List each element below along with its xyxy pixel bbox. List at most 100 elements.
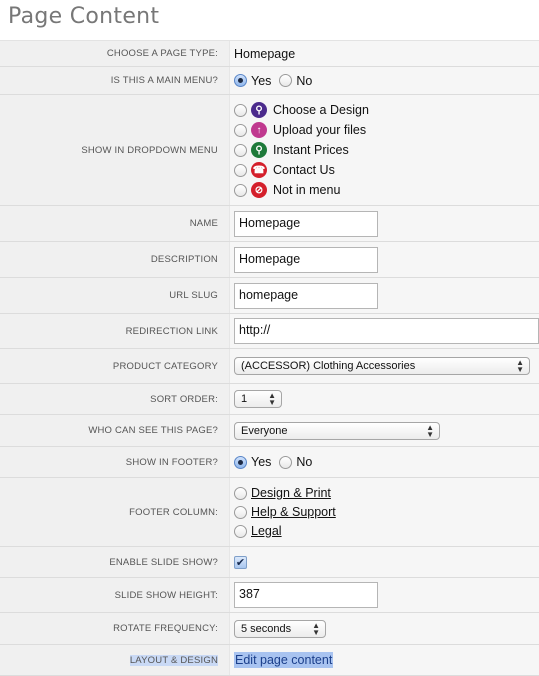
magnifier-icon: ⚲	[251, 142, 267, 158]
main-menu-yes-radio[interactable]	[234, 74, 247, 87]
row-layout-design: LAYOUT & DESIGN Edit page content	[0, 645, 539, 676]
dropdown-menu-label: SHOW IN DROPDOWN MENU	[0, 95, 230, 205]
enable-slideshow-label: ENABLE SLIDE SHOW?	[0, 547, 230, 577]
dropdown-not-in-menu-radio[interactable]	[234, 183, 247, 197]
show-in-footer-options: Yes No	[230, 447, 539, 477]
url-slug-input[interactable]: homepage	[234, 282, 378, 309]
description-input[interactable]: Homepage	[234, 246, 378, 273]
layout-design-label-cell: LAYOUT & DESIGN	[0, 645, 230, 675]
row-main-menu: IS THIS A MAIN MENU? Yes No	[0, 67, 539, 95]
visibility-select[interactable]: Everyone ▲ ▼	[234, 421, 440, 440]
dropdown-upload-files-radio[interactable]	[234, 123, 247, 137]
slideshow-height-input[interactable]: 387	[234, 582, 378, 608]
footer-column-options: Design & Print Help & Support Legal	[230, 478, 539, 546]
url-slug-value-cell: homepage	[230, 278, 539, 313]
dropdown-instant-prices-label: Instant Prices	[273, 143, 349, 157]
slideshow-height-label: SLIDE SHOW HEIGHT:	[0, 578, 230, 612]
sort-order-select[interactable]: 1 ▲ ▼	[234, 390, 282, 408]
footer-column-label: FOOTER COLUMN:	[0, 478, 230, 546]
layout-design-value-cell: Edit page content	[230, 645, 539, 675]
main-menu-yes-option[interactable]: Yes	[234, 71, 271, 91]
select-arrows-icon: ▲ ▼	[516, 358, 524, 374]
footer-yes-radio[interactable]	[234, 455, 247, 469]
dropdown-choose-design-radio[interactable]	[234, 103, 247, 117]
visibility-value-cell: Everyone ▲ ▼	[230, 415, 539, 446]
row-name: NAME Homepage	[0, 206, 539, 242]
description-label: DESCRIPTION	[0, 242, 230, 277]
dropdown-upload-files-label: Upload your files	[273, 123, 367, 137]
row-footer-column: FOOTER COLUMN: Design & Print Help & Sup…	[0, 478, 539, 547]
row-enable-slideshow: ENABLE SLIDE SHOW? ✔	[0, 547, 539, 578]
dropdown-contact-us-radio[interactable]	[234, 163, 247, 177]
main-menu-yes-label: Yes	[251, 73, 272, 88]
product-category-selected: (ACCESSOR) Clothing Accessories	[241, 360, 416, 372]
select-arrows-icon: ▲ ▼	[426, 422, 434, 439]
sort-order-label: SORT ORDER:	[0, 384, 230, 414]
redirection-link-label: REDIRECTION LINK	[0, 314, 230, 348]
footer-option-help-support[interactable]: Help & Support	[234, 503, 336, 522]
visibility-selected: Everyone	[241, 424, 288, 437]
main-menu-no-option[interactable]: No	[279, 71, 312, 91]
footer-no-radio[interactable]	[279, 455, 293, 469]
row-description: DESCRIPTION Homepage	[0, 242, 539, 278]
redirection-link-input[interactable]: http://	[234, 318, 539, 344]
footer-help-support-radio[interactable]	[234, 505, 247, 519]
name-label: NAME	[0, 206, 230, 241]
rotate-frequency-select[interactable]: 5 seconds ▲ ▼	[234, 619, 326, 638]
no-entry-icon: ⊘	[251, 182, 267, 198]
main-menu-no-radio[interactable]	[279, 74, 293, 87]
footer-legal-radio[interactable]	[234, 524, 247, 538]
enable-slideshow-value-cell: ✔	[230, 547, 539, 577]
enable-slideshow-checkbox[interactable]: ✔	[234, 555, 247, 569]
footer-design-print-link[interactable]: Design & Print	[251, 486, 331, 500]
name-input[interactable]: Homepage	[234, 210, 378, 237]
row-rotate-frequency: ROTATE FREQUENCY: 5 seconds ▲ ▼	[0, 613, 539, 645]
dropdown-option-instant-prices[interactable]: ⚲ Instant Prices	[234, 140, 349, 160]
layout-design-label: LAYOUT & DESIGN	[129, 654, 218, 666]
footer-option-legal[interactable]: Legal	[234, 522, 282, 541]
edit-page-content-link[interactable]: Edit page content	[234, 652, 334, 668]
product-category-label: PRODUCT CATEGORY	[0, 349, 230, 383]
rotate-frequency-value-cell: 5 seconds ▲ ▼	[230, 613, 539, 644]
page-type-label: CHOOSE A PAGE TYPE:	[0, 41, 230, 66]
dropdown-not-in-menu-label: Not in menu	[273, 183, 341, 197]
rotate-frequency-label: ROTATE FREQUENCY:	[0, 613, 230, 644]
dropdown-option-not-in-menu[interactable]: ⊘ Not in menu	[234, 180, 340, 200]
visibility-label: WHO CAN SEE THIS PAGE?	[0, 415, 230, 446]
sort-order-value-cell: 1 ▲ ▼	[230, 384, 539, 414]
footer-no-option[interactable]: No	[279, 452, 312, 472]
footer-option-design-print[interactable]: Design & Print	[234, 484, 331, 503]
footer-legal-link[interactable]: Legal	[251, 524, 282, 538]
page-content-form: CHOOSE A PAGE TYPE: Homepage IS THIS A M…	[0, 40, 539, 676]
row-product-category: PRODUCT CATEGORY (ACCESSOR) Clothing Acc…	[0, 349, 539, 384]
description-value-cell: Homepage	[230, 242, 539, 277]
row-url-slug: URL SLUG homepage	[0, 278, 539, 314]
upload-arrow-icon: ↑	[251, 122, 267, 138]
url-slug-label: URL SLUG	[0, 278, 230, 313]
redirection-link-value-cell: http://	[230, 314, 539, 348]
footer-help-support-link[interactable]: Help & Support	[251, 505, 336, 519]
select-arrows-icon: ▲ ▼	[268, 391, 276, 407]
footer-yes-label: Yes	[251, 455, 272, 469]
dropdown-menu-options: ⚲ Choose a Design ↑ Upload your files ⚲ …	[230, 95, 539, 205]
select-arrows-icon: ▲ ▼	[312, 620, 320, 637]
dropdown-option-choose-design[interactable]: ⚲ Choose a Design	[234, 100, 369, 120]
dropdown-option-contact-us[interactable]: ☎ Contact Us	[234, 160, 335, 180]
row-show-in-footer: SHOW IN FOOTER? Yes No	[0, 447, 539, 478]
sort-order-selected: 1	[241, 393, 248, 405]
footer-design-print-radio[interactable]	[234, 486, 247, 500]
row-redirection-link: REDIRECTION LINK http://	[0, 314, 539, 349]
dropdown-option-upload-files[interactable]: ↑ Upload your files	[234, 120, 366, 140]
row-visibility: WHO CAN SEE THIS PAGE? Everyone ▲ ▼	[0, 415, 539, 447]
dropdown-choose-design-label: Choose a Design	[273, 103, 369, 117]
telephone-icon: ☎	[251, 162, 267, 178]
row-dropdown-menu: SHOW IN DROPDOWN MENU ⚲ Choose a Design …	[0, 95, 539, 206]
main-menu-no-label: No	[296, 73, 313, 88]
name-value-cell: Homepage	[230, 206, 539, 241]
footer-yes-option[interactable]: Yes	[234, 452, 271, 472]
slideshow-height-value-cell: 387	[230, 578, 539, 612]
page-type-value: Homepage	[234, 46, 296, 61]
dropdown-instant-prices-radio[interactable]	[234, 143, 247, 157]
product-category-select[interactable]: (ACCESSOR) Clothing Accessories ▲ ▼	[234, 357, 530, 375]
magnifier-icon: ⚲	[251, 102, 267, 118]
